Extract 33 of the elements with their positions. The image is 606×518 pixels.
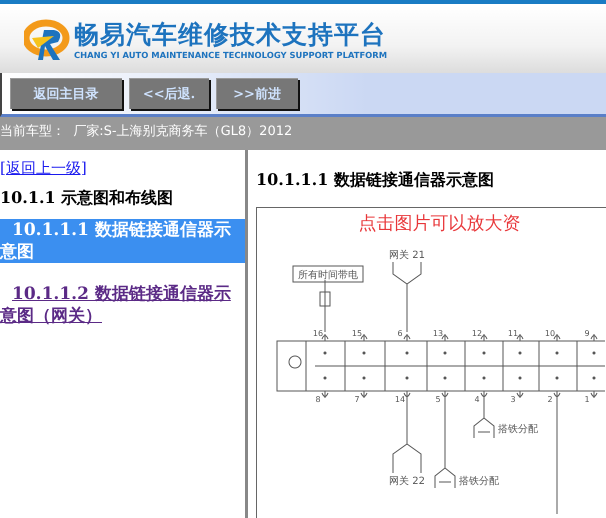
power-label: 所有时间带电 xyxy=(298,270,358,281)
site-title: 畅易汽车维修技术支持平台 xyxy=(74,20,387,50)
pin-number: 8 xyxy=(315,395,321,404)
page-title: 10.1.1.1 数据链接通信器示意图 xyxy=(256,170,495,191)
pin-number: 1 xyxy=(584,395,590,404)
pin-number: 6 xyxy=(397,329,403,338)
nav-button[interactable]: 返回主目录 xyxy=(10,78,122,109)
module-label: 网关 22 xyxy=(389,476,425,487)
nav-button[interactable]: <<后退. xyxy=(129,78,209,109)
pin-number: 12 xyxy=(472,329,482,338)
pin-number: 3 xyxy=(510,395,516,404)
image-caption: 点击图片可以放大资 xyxy=(358,212,520,235)
pin-number: 4 xyxy=(474,395,480,404)
pin-number: 15 xyxy=(352,329,362,338)
site-subtitle: CHANG YI AUTO MAINTENANCE TECHNOLOGY SUPPORT PLATFORM xyxy=(74,50,388,60)
pin-number: 13 xyxy=(432,329,444,338)
ground-label: 搭铁分配 xyxy=(498,424,538,435)
module-label: 网关 21 xyxy=(389,250,425,261)
ground-label: 搭铁分配 xyxy=(459,476,499,487)
pin-number: 5 xyxy=(435,395,441,404)
pin-number: 11 xyxy=(508,329,518,338)
current-vehicle-label: 当前车型： 厂家:S-上海别克商务车（GL8）2012 xyxy=(0,124,292,139)
pin-number: 2 xyxy=(547,395,553,404)
back-link[interactable]: [返回上一级] xyxy=(0,159,87,178)
section-heading: 10.1.1 示意图和布线图 xyxy=(0,188,174,209)
pin-number: 7 xyxy=(354,395,360,404)
nav-button[interactable]: >>前进 xyxy=(216,78,298,109)
wiring-diagram-image[interactable]: 所有时间带电 网关 21 网关 22 搭铁分配 搭铁分配 16 15 6 13 12 11 10 9 8 7 14 5 4 3 2 1 点击图片可以放大资 xyxy=(256,207,606,518)
pin-number: 9 xyxy=(584,329,590,338)
pin-number: 10 xyxy=(544,329,556,338)
pin-number: 14 xyxy=(394,395,406,404)
pin-number: 16 xyxy=(312,329,324,338)
logo-icon xyxy=(24,18,70,62)
